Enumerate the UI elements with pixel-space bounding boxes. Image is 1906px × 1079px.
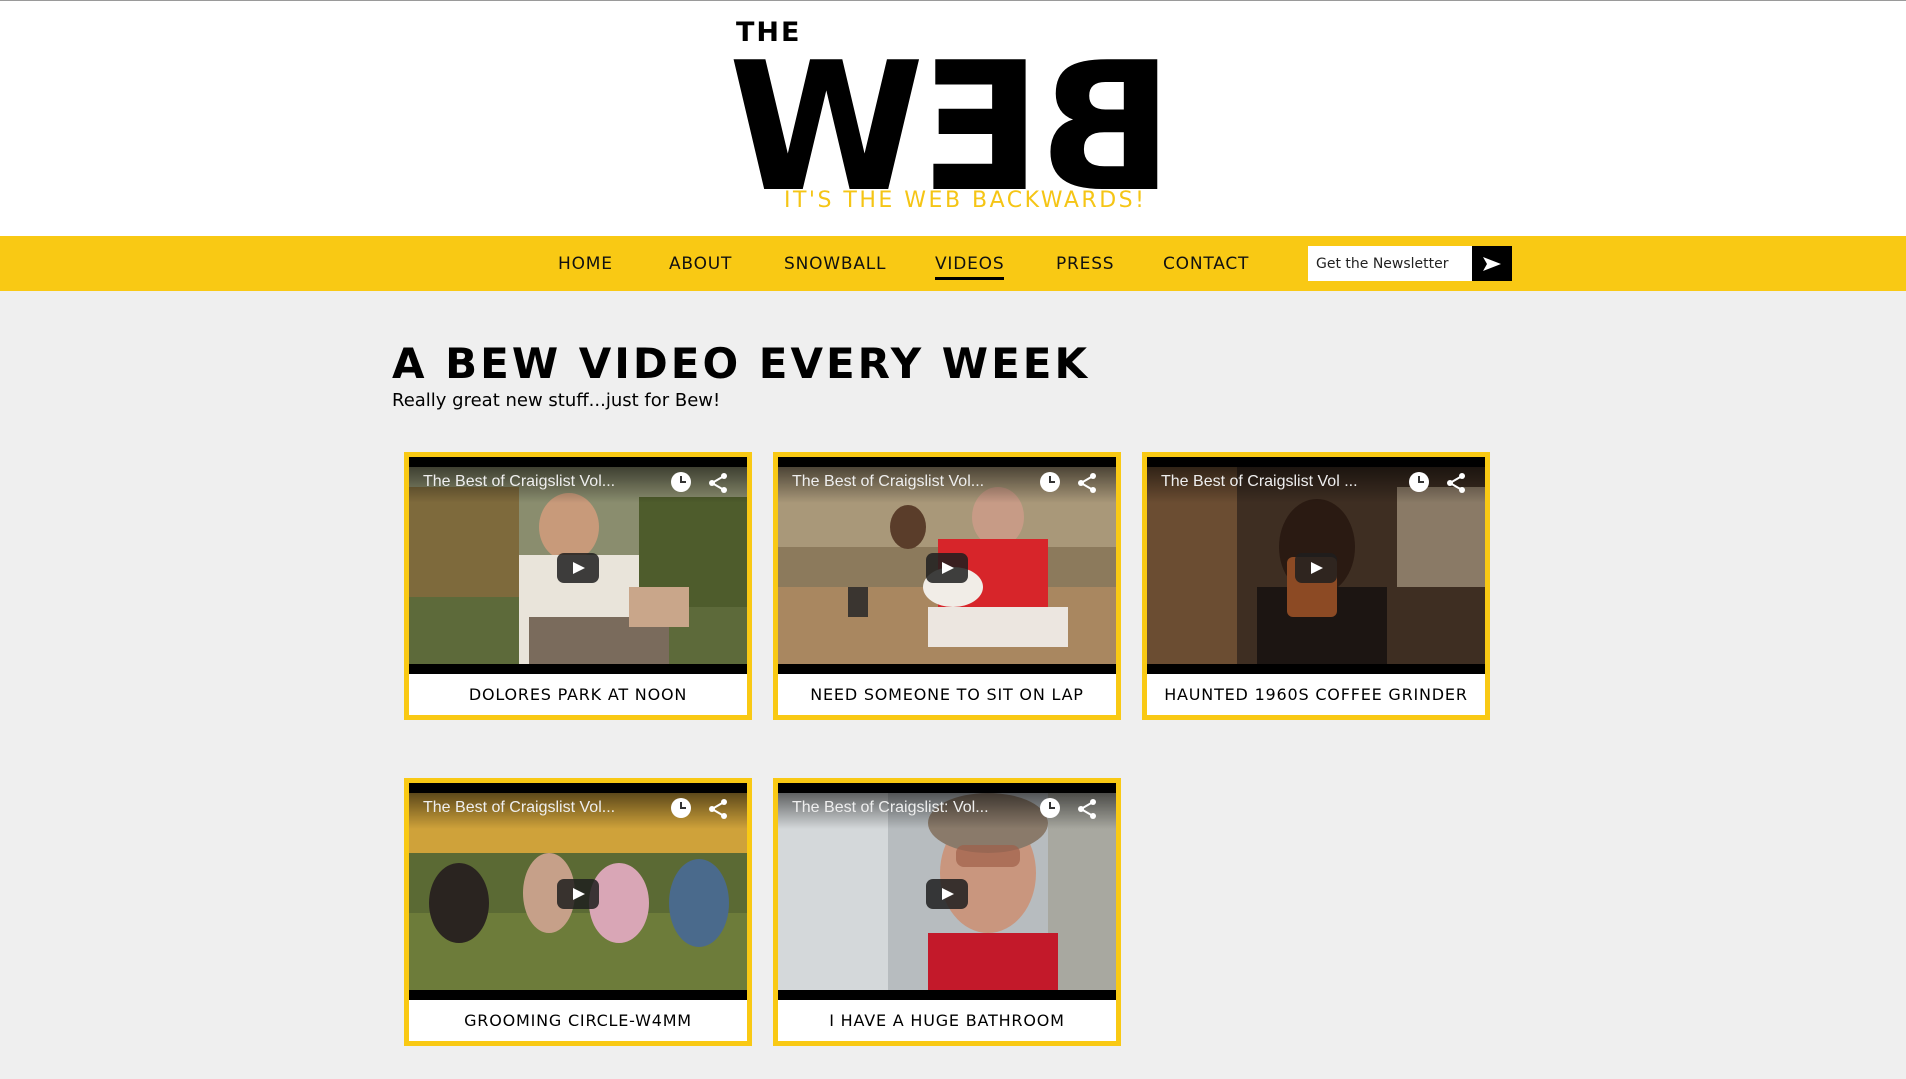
video-card[interactable]: The Best of Craigslist Vol ... HAUNTED 1… (1142, 452, 1490, 720)
site-header: THE BEW IT'S THE WEB BACKWARDS! (0, 1, 1906, 236)
nav-home[interactable]: HOME (558, 254, 613, 274)
main-nav: HOME ABOUT SNOWBALL VIDEOS PRESS CONTACT (0, 236, 1906, 291)
share-icon[interactable] (1445, 472, 1467, 494)
logo-tagline: IT'S THE WEB BACKWARDS! (784, 188, 1147, 213)
arrow-right-icon (1483, 256, 1501, 271)
play-icon[interactable] (926, 879, 968, 909)
video-card[interactable]: The Best of Craigslist Vol... DOLORES PA… (404, 452, 752, 720)
nav-about[interactable]: ABOUT (669, 254, 732, 274)
share-icon[interactable] (707, 798, 729, 820)
nav-videos[interactable]: VIDEOS (935, 254, 1005, 280)
video-player[interactable]: The Best of Craigslist Vol... (409, 783, 747, 1000)
share-icon[interactable] (1076, 472, 1098, 494)
play-icon[interactable] (926, 553, 968, 583)
newsletter-email-input[interactable] (1308, 246, 1472, 281)
nav-press[interactable]: PRESS (1056, 254, 1114, 274)
video-player[interactable]: The Best of Craigslist: Vol... (778, 783, 1116, 1000)
clock-icon[interactable] (1040, 472, 1060, 492)
video-player-title[interactable]: The Best of Craigslist Vol... (792, 473, 1012, 491)
main-content: A BEW VIDEO EVERY WEEK Really great new … (0, 291, 1906, 1079)
video-card[interactable]: The Best of Craigslist Vol... GROOMING C… (404, 778, 752, 1046)
video-caption[interactable]: HAUNTED 1960S COFFEE GRINDER (1147, 674, 1485, 715)
share-icon[interactable] (707, 472, 729, 494)
page-subtitle: Really great new stuff...just for Bew! (392, 390, 721, 411)
video-player[interactable]: The Best of Craigslist Vol... (409, 457, 747, 674)
play-icon[interactable] (557, 553, 599, 583)
clock-icon[interactable] (1409, 472, 1429, 492)
video-player[interactable]: The Best of Craigslist Vol ... (1147, 457, 1485, 674)
clock-icon[interactable] (671, 798, 691, 818)
video-caption[interactable]: NEED SOMEONE TO SIT ON LAP (778, 674, 1116, 715)
video-card[interactable]: The Best of Craigslist: Vol... I HAVE A … (773, 778, 1121, 1046)
video-card[interactable]: The Best of Craigslist Vol... NEED SOMEO… (773, 452, 1121, 720)
video-player-title[interactable]: The Best of Craigslist Vol... (423, 473, 643, 491)
share-icon[interactable] (1076, 798, 1098, 820)
page-title: A BEW VIDEO EVERY WEEK (392, 339, 1091, 388)
video-player-title[interactable]: The Best of Craigslist: Vol... (792, 799, 1012, 817)
nav-contact[interactable]: CONTACT (1163, 254, 1249, 274)
nav-snowball[interactable]: SNOWBALL (784, 254, 886, 274)
video-caption[interactable]: DOLORES PARK AT NOON (409, 674, 747, 715)
video-caption[interactable]: I HAVE A HUGE BATHROOM (778, 1000, 1116, 1041)
newsletter-form (1308, 246, 1512, 281)
play-icon[interactable] (557, 879, 599, 909)
video-player-title[interactable]: The Best of Craigslist Vol ... (1161, 473, 1381, 491)
video-player-title[interactable]: The Best of Craigslist Vol... (423, 799, 643, 817)
site-logo[interactable]: THE BEW IT'S THE WEB BACKWARDS! (732, 17, 1174, 231)
video-caption[interactable]: GROOMING CIRCLE-W4MM (409, 1000, 747, 1041)
clock-icon[interactable] (671, 472, 691, 492)
clock-icon[interactable] (1040, 798, 1060, 818)
play-icon[interactable] (1295, 553, 1337, 583)
newsletter-submit-button[interactable] (1472, 246, 1512, 281)
video-player[interactable]: The Best of Craigslist Vol... (778, 457, 1116, 674)
